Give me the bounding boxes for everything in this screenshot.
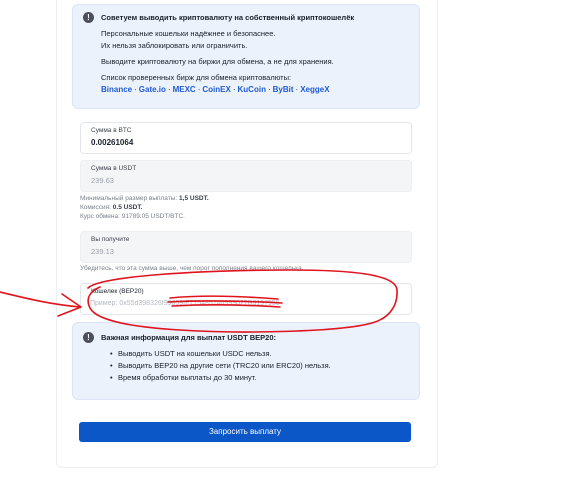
exchange-link-kucoin[interactable]: KuCoin [238,85,266,94]
threshold-warning: Убедитесь, что эта сумма выше, чем порог… [80,265,304,272]
fee-note: Комиссия: 0.5 USDT. [80,204,143,211]
exchange-link-mexc[interactable]: MEXC [173,85,196,94]
important-list: Выводить USDT на кошельки USDC нельзя. В… [110,348,331,384]
tip-line-3: Выводите криптовалюту на биржи для обмен… [101,57,334,66]
exchange-link-xeggex[interactable]: XeggeX [300,85,329,94]
receive-amount-label: Вы получите [91,236,130,243]
btc-amount-label: Сумма в BTC [91,127,132,134]
exchange-link-gateio[interactable]: Gate.io [139,85,166,94]
important-item: Выводить BEP20 на другие сети (TRC20 или… [110,360,331,372]
exchange-link-binance[interactable]: Binance [101,85,132,94]
receive-amount-field: Вы получите 239.13 [80,231,412,263]
btc-amount-value: 0.00261064 [91,138,134,147]
exchange-link-bybit[interactable]: ByBit [273,85,294,94]
exchange-list-title: Список проверенных бирж для обмена крипт… [101,73,292,82]
usdt-amount-label: Сумма в USDT [91,165,137,172]
info-icon: ! [83,12,94,23]
exchange-rate-note: Курс обмена: 91789.05 USDT/BTC. [80,213,185,220]
usdt-amount-value: 239.63 [91,176,114,185]
wallet-field: Кошелек (BEP20) [80,283,412,315]
exchange-link-coinex[interactable]: CoinEX [202,85,230,94]
usdt-amount-field: Сумма в USDT 239.63 [80,160,412,192]
wallet-label: Кошелек (BEP20) [91,288,144,295]
info-icon: ! [83,332,94,343]
tip-line-2: Их нельзя заблокировать или ограничить. [101,41,248,50]
tip-line-1: Персональные кошельки надёжнее и безопас… [101,29,276,38]
tip-title: Советуем выводить криптовалюту на собств… [101,13,355,22]
request-payout-button[interactable]: Запросить выплату [79,422,411,442]
wallet-address-input[interactable] [90,298,390,309]
important-title: Важная информация для выплат USDT BEP20: [101,333,277,342]
btc-amount-field[interactable]: Сумма в BTC 0.00261064 [80,122,412,154]
important-item: Время обработки выплаты до 30 минут. [110,372,331,384]
important-item: Выводить USDT на кошельки USDC нельзя. [110,348,331,360]
exchange-links: Binance · Gate.io · MEXC · CoinEX · KuCoin · ByBit… [101,85,330,94]
receive-amount-value: 239.13 [91,247,114,256]
min-payout-note: Минимальный размер выплаты: 1,5 USDT. [80,195,209,202]
